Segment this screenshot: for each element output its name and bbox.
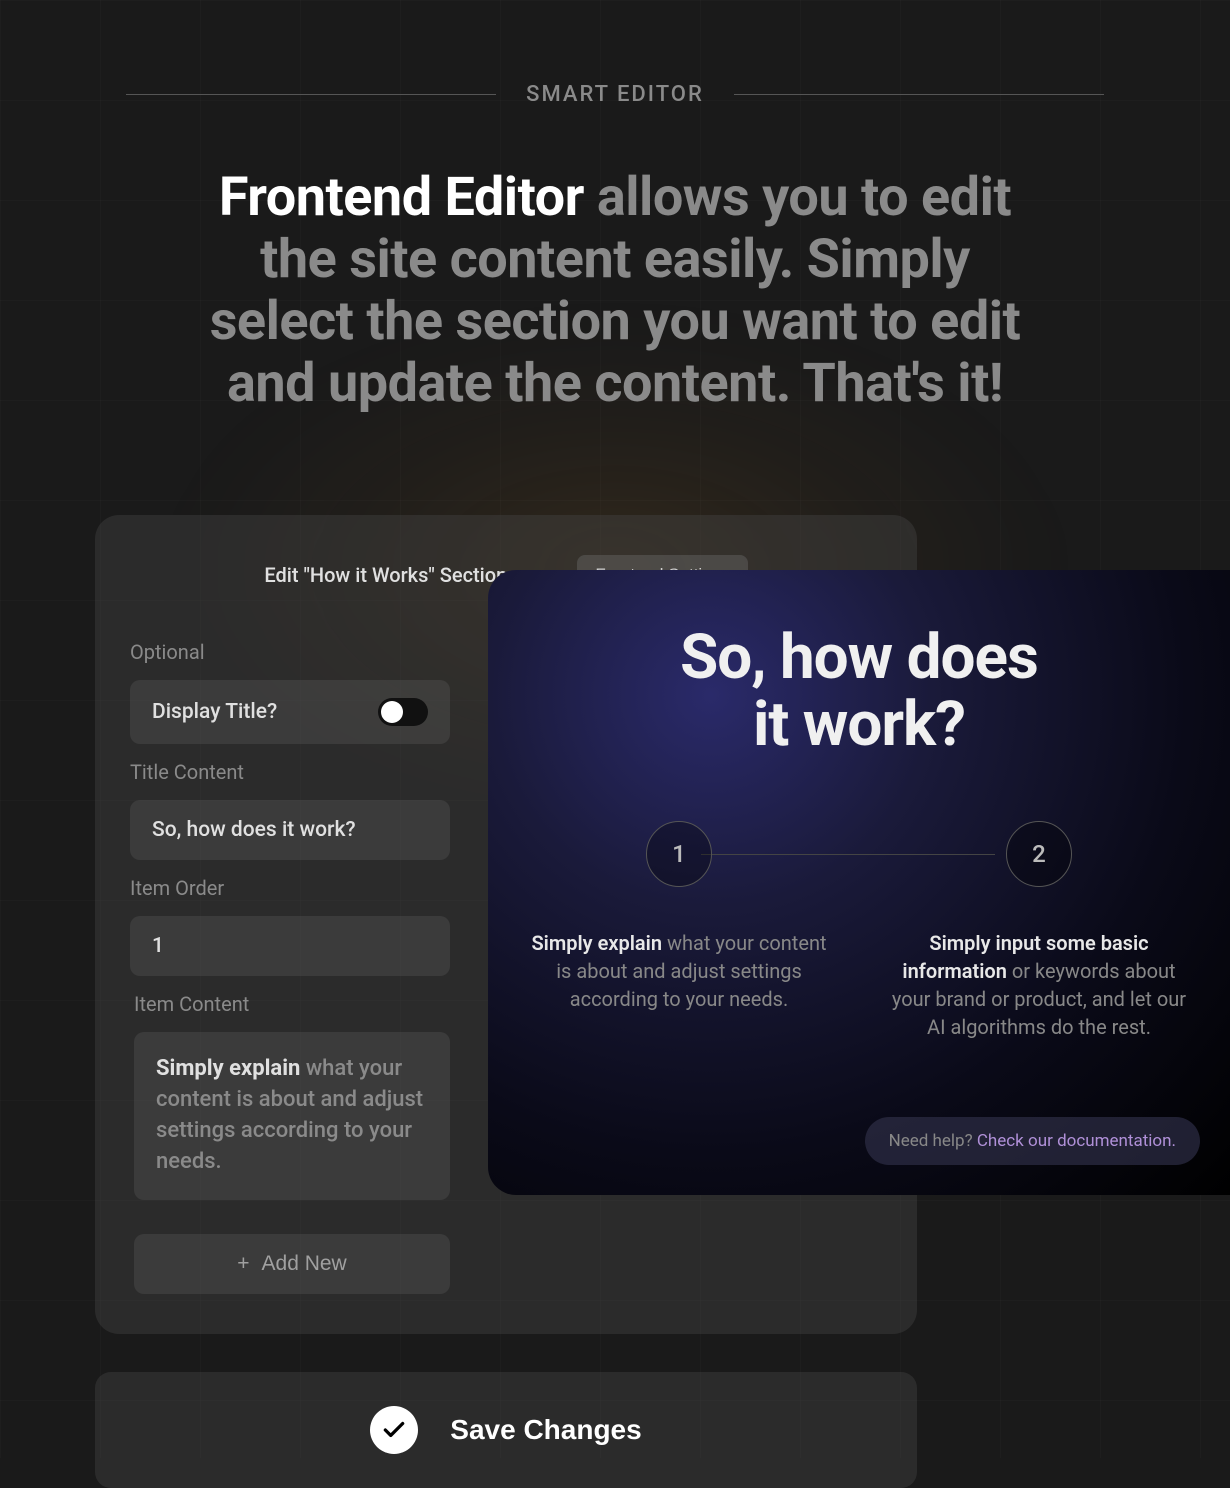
label-title-content: Title Content	[130, 760, 450, 784]
item-order-input[interactable]: 1	[130, 916, 450, 976]
check-icon	[370, 1406, 418, 1454]
display-title-toggle[interactable]	[378, 698, 428, 726]
eyebrow-row: SMART EDITOR	[0, 0, 1230, 107]
title-content-input[interactable]: So, how does it work?	[130, 800, 450, 860]
form-column: Optional Display Title? Title Content So…	[130, 640, 450, 1293]
step-1-text: Simply explain what your content is abou…	[499, 929, 859, 1013]
save-changes-button[interactable]: Save Changes	[95, 1372, 917, 1488]
add-new-label: Add New	[262, 1252, 347, 1276]
step-number-badge: 2	[1006, 821, 1072, 887]
help-prefix: Need help?	[889, 1131, 977, 1151]
label-optional: Optional	[130, 640, 450, 664]
save-label: Save Changes	[450, 1414, 641, 1446]
display-title-field: Display Title?	[130, 680, 450, 744]
label-item-content: Item Content	[134, 992, 450, 1016]
step-1-bold: Simply explain	[531, 931, 662, 955]
help-pill: Need help? Check our documentation.	[865, 1117, 1200, 1165]
help-link[interactable]: Check our documentation.	[977, 1131, 1176, 1151]
add-new-button[interactable]: + Add New	[134, 1234, 450, 1294]
step-2: 2 Simply input some basic information or…	[859, 821, 1219, 1041]
toggle-knob	[381, 701, 403, 723]
item-content-bold: Simply explain	[156, 1056, 300, 1081]
display-title-label: Display Title?	[152, 700, 277, 724]
preview-title-line2: it work?	[753, 688, 965, 761]
editor-section-title: Edit "How it Works" Section	[264, 563, 507, 587]
headline-bold: Frontend Editor	[219, 166, 584, 229]
step-1: 1 Simply explain what your content is ab…	[499, 821, 859, 1013]
preview-panel: So, how does it work? 1 Simply explain w…	[488, 570, 1230, 1195]
eyebrow-label: SMART EDITOR	[526, 82, 704, 107]
divider-line	[126, 94, 496, 95]
divider-line	[734, 94, 1104, 95]
plus-icon: +	[237, 1252, 249, 1276]
page-headline: Frontend Editor allows you to edit the s…	[205, 167, 1025, 415]
step-number-badge: 1	[646, 821, 712, 887]
label-item-order: Item Order	[130, 876, 450, 900]
steps-row: 1 Simply explain what your content is ab…	[488, 821, 1230, 1041]
preview-title: So, how does it work?	[488, 625, 1230, 759]
preview-title-line1: So, how does	[680, 621, 1038, 694]
item-content-input[interactable]: Simply explain what your content is abou…	[134, 1032, 450, 1199]
step-2-text: Simply input some basic information or k…	[859, 929, 1219, 1041]
